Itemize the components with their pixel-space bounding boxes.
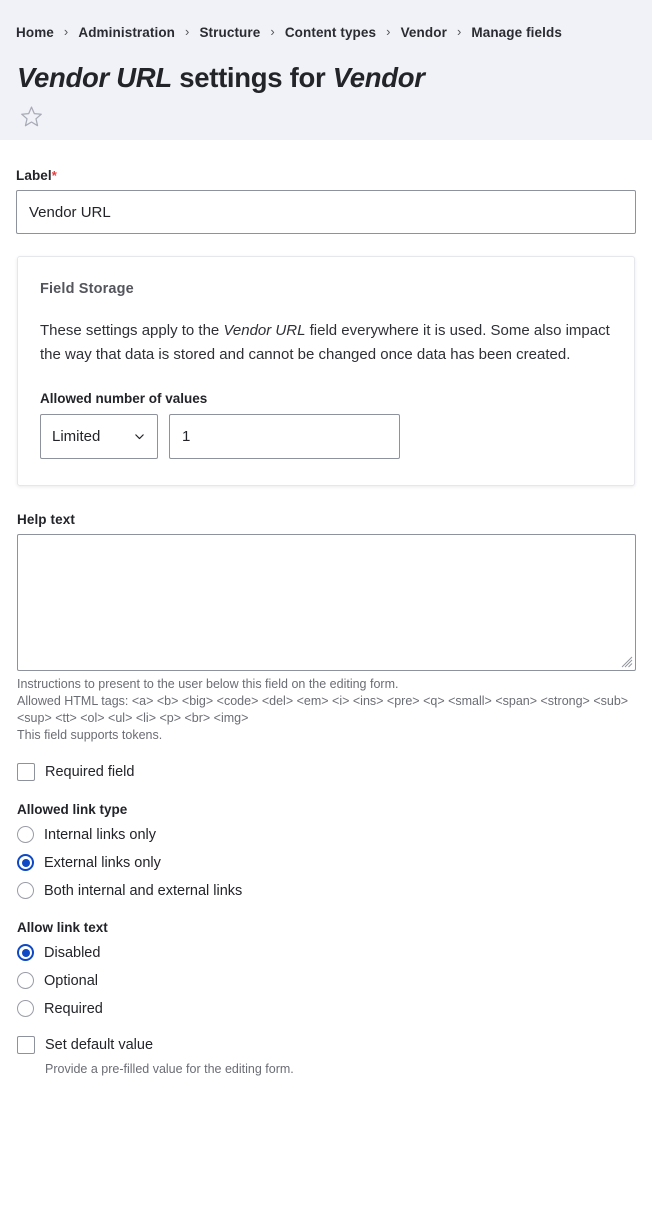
radio-external-links-only[interactable] [17, 854, 34, 871]
breadcrumb-separator: › [270, 23, 275, 39]
cardinality-controls: Limited [40, 414, 612, 459]
radio-label-optional: Optional [44, 972, 99, 989]
label-text: Label [16, 168, 52, 183]
desc-part-1: These settings apply to the [40, 322, 224, 339]
breadcrumb-separator: › [63, 23, 69, 39]
required-field-label: Required field [45, 764, 135, 780]
page-title-field-name: Vendor URL [17, 62, 172, 93]
label-input[interactable] [16, 190, 636, 234]
help-text-desc-allowed-tags: Allowed HTML tags: <a> <b> <big> <code> … [17, 694, 629, 725]
required-marker: * [51, 168, 57, 183]
set-default-value-label: Set default value [45, 1037, 154, 1053]
breadcrumb: Home › Administration › Structure › Cont… [16, 0, 636, 64]
radio-label-disabled: Disabled [44, 944, 101, 961]
label-field-label: Label* [16, 168, 636, 183]
breadcrumb-item-administration[interactable]: Administration [78, 25, 175, 40]
star-outline-icon[interactable] [19, 104, 636, 129]
help-text-form-item: Help text Instructions to present to the… [16, 512, 636, 744]
allowed-link-type-option-internal[interactable]: Internal links only [17, 826, 636, 843]
help-text-desc-tokens: This field supports tokens. [17, 728, 163, 742]
allowed-link-type-option-both[interactable]: Both internal and external links [17, 882, 636, 899]
page-title-middle: settings for [179, 62, 326, 93]
radio-both-internal-and-external-links[interactable] [17, 882, 34, 899]
cardinality-select-value: Limited [52, 428, 101, 445]
cardinality-number-input[interactable] [169, 414, 400, 459]
allowed-link-type-title: Allowed link type [17, 802, 128, 817]
help-text-descriptions: Instructions to present to the user belo… [17, 676, 636, 744]
breadcrumb-item-home[interactable]: Home [16, 25, 54, 40]
help-text-textarea[interactable] [17, 534, 636, 671]
radio-internal-links-only[interactable] [17, 826, 34, 843]
allowed-link-type-group: Allowed link type Internal links only Ex… [16, 802, 636, 899]
radio-required[interactable] [17, 1000, 34, 1017]
radio-disabled[interactable] [17, 944, 34, 961]
radio-label-external-links-only: External links only [44, 854, 161, 871]
cardinality-select[interactable]: Limited [40, 414, 158, 459]
desc-field-name: Vendor URL [223, 322, 306, 339]
allow-link-text-option-disabled[interactable]: Disabled [17, 944, 636, 961]
breadcrumb-item-vendor[interactable]: Vendor [401, 25, 447, 40]
page-header: Home › Administration › Structure › Cont… [0, 0, 652, 140]
bookmark-row [16, 104, 636, 129]
required-field-row[interactable]: Required field [16, 763, 636, 781]
allow-link-text-option-required[interactable]: Required [17, 1000, 636, 1017]
allowed-link-type-option-external[interactable]: External links only [17, 854, 636, 871]
cardinality-label: Allowed number of values [40, 391, 208, 406]
breadcrumb-separator: › [456, 23, 462, 39]
breadcrumb-item-content-types[interactable]: Content types [285, 25, 376, 40]
help-text-desc-instructions: Instructions to present to the user belo… [17, 677, 399, 691]
allow-link-text-option-optional[interactable]: Optional [17, 972, 636, 989]
breadcrumb-separator: › [386, 23, 391, 39]
chevron-down-icon [135, 434, 144, 440]
field-storage-card: Field Storage These settings apply to th… [17, 256, 635, 486]
label-form-item: Label* [16, 168, 636, 234]
allow-link-text-group: Allow link text Disabled Optional Requir… [16, 920, 636, 1017]
radio-label-internal-links-only: Internal links only [44, 826, 157, 843]
field-storage-title: Field Storage [40, 281, 134, 297]
required-field-checkbox[interactable] [17, 763, 35, 781]
radio-optional[interactable] [17, 972, 34, 989]
allow-link-text-title: Allow link text [17, 920, 108, 935]
help-text-textarea-wrap [17, 534, 636, 671]
breadcrumb-item-structure[interactable]: Structure [199, 25, 260, 40]
set-default-value-description: Provide a pre-filled value for the editi… [45, 1062, 294, 1076]
page-title-bundle-name: Vendor [332, 62, 425, 93]
settings-form: Label* Field Storage These settings appl… [0, 168, 652, 1078]
set-default-value-row[interactable]: Set default value [16, 1036, 636, 1054]
set-default-value-checkbox[interactable] [17, 1036, 35, 1054]
cardinality-select-wrap[interactable]: Limited [40, 414, 158, 459]
breadcrumb-separator: › [185, 23, 190, 39]
radio-label-required: Required [44, 1000, 103, 1017]
cardinality-form-item: Allowed number of values Limited [40, 391, 612, 459]
radio-label-both-internal-and-external-links: Both internal and external links [44, 882, 243, 899]
page-title: Vendor URL settings for Vendor [16, 62, 636, 93]
field-storage-description: These settings apply to the Vendor URL f… [40, 319, 612, 367]
help-text-label: Help text [17, 512, 75, 527]
breadcrumb-item-manage-fields[interactable]: Manage fields [471, 25, 562, 40]
